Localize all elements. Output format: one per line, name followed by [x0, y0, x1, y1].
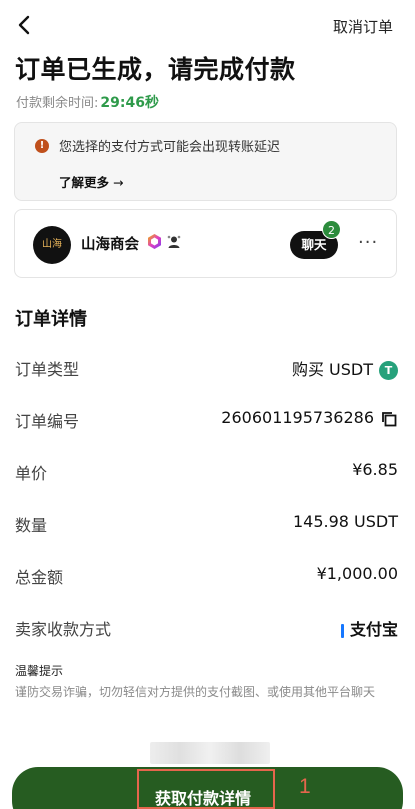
payment-method-label: 卖家收款方式 [15, 620, 112, 639]
timer-label: 付款剩余时间: [16, 96, 99, 111]
detail-row-payment-method: 卖家收款方式 支付宝 [15, 616, 398, 640]
user-badge-icon [167, 235, 181, 248]
tether-usdt-icon: T [379, 361, 398, 380]
blurred-region [150, 742, 270, 764]
total-amount-label: 总金额 [15, 568, 64, 587]
more-options-icon[interactable]: ··· [358, 232, 378, 253]
learn-more-link[interactable]: 了解更多 → [59, 172, 124, 191]
total-amount-value: ¥1,000.00 [316, 564, 398, 583]
quantity-label: 数量 [15, 516, 48, 535]
detail-row-order-type: 订单类型 购买 USDT T [15, 356, 398, 380]
delay-notice-card: ! 您选择的支付方式可能会出现转账延迟 了解更多 → [14, 122, 397, 201]
copy-icon[interactable] [380, 410, 398, 428]
payment-method-value: 支付宝 [340, 616, 398, 640]
learn-more-label: 了解更多 [59, 175, 110, 190]
order-type-text: 购买 USDT [291, 360, 373, 379]
tips-title: 温馨提示 [15, 664, 64, 678]
merchant-card: 山海 山海商会 聊天 2 ··· [14, 209, 397, 278]
detail-row-order-number: 订单编号 260601195736286 [15, 408, 398, 432]
cancel-order-link[interactable]: 取消订单 [333, 16, 393, 37]
payment-method-text: 支付宝 [349, 620, 398, 639]
top-bar: 取消订单 [0, 0, 415, 52]
order-type-value: 购买 USDT T [292, 356, 398, 380]
unread-count-badge: 2 [322, 220, 341, 239]
detail-row-unit-price: 单价 ¥6.85 [15, 460, 398, 484]
alipay-indicator-icon [340, 623, 344, 638]
back-arrow-icon[interactable] [12, 12, 38, 38]
warning-icon: ! [35, 139, 49, 153]
page-title: 订单已生成，请完成付款 [15, 55, 296, 84]
order-details-title: 订单详情 [15, 309, 87, 330]
unit-price-value: ¥6.85 [352, 460, 398, 479]
order-number-value: 260601195736286 [221, 408, 398, 428]
order-number-label: 订单编号 [15, 412, 80, 431]
payment-timer: 付款剩余时间: 29:46秒 [16, 92, 159, 112]
verified-merchant-icon [148, 234, 161, 249]
order-type-label: 订单类型 [15, 360, 80, 379]
merchant-name[interactable]: 山海商会 [81, 233, 139, 254]
get-payment-details-label: 获取付款详情 [155, 789, 252, 808]
annotation-step-number: 1 [299, 775, 311, 798]
timer-value: 29:46秒 [100, 95, 159, 111]
notice-text: 您选择的支付方式可能会出现转账延迟 [59, 140, 281, 155]
tips-body: 谨防交易诈骗，切勿轻信对方提供的支付截图、或使用其他平台聊天 [15, 685, 376, 699]
detail-row-quantity: 数量 145.98 USDT [15, 512, 398, 536]
quantity-value: 145.98 USDT [292, 512, 398, 531]
order-number-text: 260601195736286 [221, 408, 374, 427]
merchant-avatar[interactable]: 山海 [33, 226, 71, 264]
arrow-right-icon: → [113, 175, 124, 190]
unit-price-label: 单价 [15, 464, 48, 483]
detail-row-total-amount: 总金额 ¥1,000.00 [15, 564, 398, 588]
